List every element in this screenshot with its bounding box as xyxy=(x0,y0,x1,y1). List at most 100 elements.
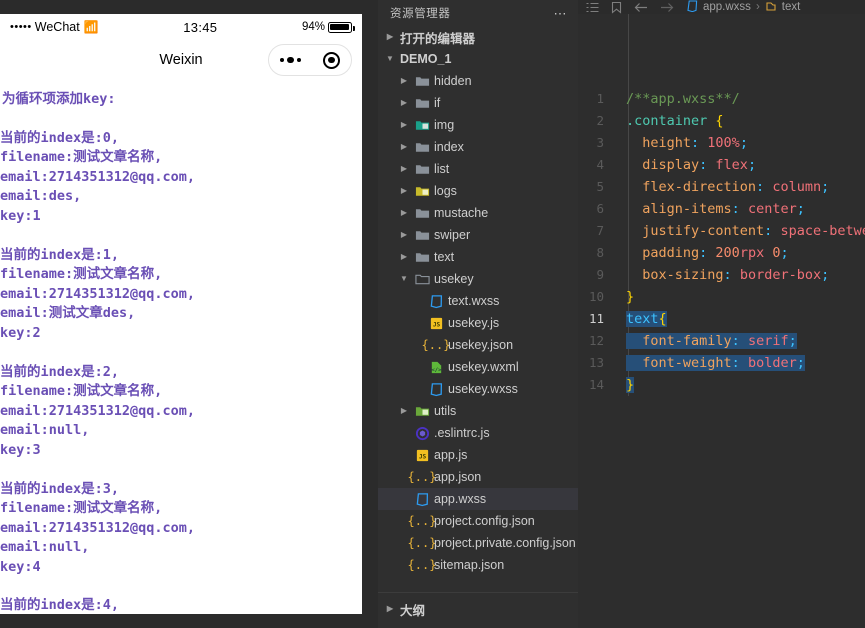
chevron-right-icon[interactable]: ▶ xyxy=(398,209,410,217)
tree-file-row[interactable]: {..} project.private.config.json xyxy=(378,532,578,554)
arrow-forward-icon[interactable] xyxy=(660,2,674,13)
ellipsis-icon[interactable]: ⋯ xyxy=(554,7,569,20)
code-text[interactable]: height: 100%; xyxy=(622,132,748,154)
tree-item-label: if xyxy=(434,96,440,110)
tree-file-row[interactable]: text.wxss xyxy=(378,290,578,312)
breadcrumb-symbol[interactable]: text xyxy=(782,1,801,13)
ide-window: ••••• WeChat 📶 13:45 94% Weixin 为循环项添加ke… xyxy=(0,0,865,628)
code-line[interactable]: 7 justify-content: space-between; xyxy=(578,220,865,242)
code-line[interactable]: 11 ⱟ text{ xyxy=(578,308,865,330)
code-text[interactable]: align-items: center; xyxy=(622,198,805,220)
tree-indent-spacer xyxy=(412,319,424,327)
tree-folder-row[interactable]: ▶ img xyxy=(378,114,578,136)
code-text[interactable]: } xyxy=(622,286,634,308)
code-text[interactable]: box-sizing: border-box; xyxy=(622,264,829,286)
tree-folder-row[interactable]: ▶ index xyxy=(378,136,578,158)
folder-icon xyxy=(414,227,430,243)
folder-icon xyxy=(414,205,430,221)
code-text[interactable]: font-family: serif; xyxy=(622,330,797,352)
code-line[interactable]: 5 flex-direction: column; xyxy=(578,176,865,198)
code-line[interactable]: 12 font-family: serif; xyxy=(578,330,865,352)
breadcrumb-file[interactable]: app.wxss xyxy=(703,1,751,13)
tree-file-row[interactable]: .eslintrc.js xyxy=(378,422,578,444)
outline-row[interactable]: ▶ 大纲 xyxy=(378,598,578,620)
tree-indent-spacer xyxy=(398,429,410,437)
code-text[interactable]: } xyxy=(622,374,634,396)
chevron-right-icon[interactable]: ▶ xyxy=(398,407,410,415)
tree-file-row[interactable]: </> usekey.wxml xyxy=(378,356,578,378)
tree-folder-row[interactable]: ▶ swiper xyxy=(378,224,578,246)
tree-file-row[interactable]: {..} project.config.json xyxy=(378,510,578,532)
tree-file-row[interactable]: usekey.wxss xyxy=(378,378,578,400)
tree-folder-row[interactable]: ▶ list xyxy=(378,158,578,180)
chevron-right-icon[interactable]: ▶ xyxy=(398,121,410,129)
code-text[interactable]: font-weight: bolder; xyxy=(622,352,805,374)
tree-file-row[interactable]: JS usekey.js xyxy=(378,312,578,334)
code-text[interactable]: /**app.wxss**/ xyxy=(622,88,740,110)
breadcrumb[interactable]: app.wxss › text xyxy=(686,0,800,14)
chevron-right-icon[interactable]: ▶ xyxy=(398,99,410,107)
tree-folder-row[interactable]: ▶ text xyxy=(378,246,578,268)
chevron-right-icon[interactable]: ▶ xyxy=(398,231,410,239)
tree-folder-row[interactable]: ▶ hidden xyxy=(378,70,578,92)
code-text[interactable]: .container { xyxy=(622,110,724,132)
code-line[interactable]: 4 display: flex; xyxy=(578,154,865,176)
code-line[interactable]: 1 /**app.wxss**/ xyxy=(578,88,865,110)
line-number: 1 xyxy=(578,88,608,110)
code-line[interactable]: 8 padding: 200rpx 0; xyxy=(578,242,865,264)
tree-file-row[interactable]: {..} sitemap.json xyxy=(378,554,578,576)
code-text[interactable]: flex-direction: column; xyxy=(622,176,829,198)
tree-folder-row[interactable]: ▶ mustache xyxy=(378,202,578,224)
code-line[interactable]: 6 align-items: center; xyxy=(578,198,865,220)
tree-folder-row[interactable]: ▶ utils xyxy=(378,400,578,422)
code-content[interactable]: 1 /**app.wxss**/2 ⱟ .container {3 height: 1… xyxy=(578,14,865,396)
chevron-right-icon[interactable]: ▶ xyxy=(398,143,410,151)
arrow-back-icon[interactable] xyxy=(634,2,648,13)
wechat-capsule[interactable] xyxy=(268,44,352,76)
list-menu-icon[interactable] xyxy=(586,2,599,13)
wxss-icon xyxy=(414,491,430,507)
code-token: text xyxy=(626,311,659,327)
code-line[interactable]: 3 height: 100%; xyxy=(578,132,865,154)
open-editors-section[interactable]: ▶ 打开的编辑器 xyxy=(378,26,578,48)
loop-item-line: email:测试文章des, xyxy=(0,304,362,324)
tree-file-row[interactable]: {..} app.json xyxy=(378,466,578,488)
project-root-row[interactable]: ▼ DEMO_1 xyxy=(378,48,578,70)
folder-logs-icon xyxy=(414,183,430,199)
chevron-right-icon[interactable]: ▶ xyxy=(398,253,410,261)
code-text[interactable]: justify-content: space-between; xyxy=(622,220,865,242)
tree-indent-spacer xyxy=(398,495,410,503)
target-circle-icon[interactable] xyxy=(323,52,340,69)
chevron-right-icon[interactable]: ▶ xyxy=(384,33,396,41)
code-text[interactable]: text{ xyxy=(622,308,667,330)
chevron-right-icon[interactable]: ▶ xyxy=(398,165,410,173)
code-line[interactable]: 14} xyxy=(578,374,865,396)
tree-item-label: img xyxy=(434,118,454,132)
tree-file-row[interactable]: JS app.js xyxy=(378,444,578,466)
chevron-right-icon[interactable]: ▶ xyxy=(384,605,396,613)
tree-item-label: usekey xyxy=(434,272,474,286)
json-icon: {..} xyxy=(414,469,430,485)
tree-folder-row[interactable]: ▶ logs xyxy=(378,180,578,202)
code-line[interactable]: 9 box-sizing: border-box; xyxy=(578,264,865,286)
code-text[interactable]: display: flex; xyxy=(622,154,756,176)
more-dots-icon[interactable] xyxy=(280,57,302,64)
tree-file-row[interactable]: app.wxss xyxy=(378,488,578,510)
chevron-right-icon[interactable]: ▶ xyxy=(398,77,410,85)
code-line[interactable]: 10} xyxy=(578,286,865,308)
chevron-right-icon[interactable]: ▶ xyxy=(398,187,410,195)
fold-chevron-icon[interactable]: ⱟ xyxy=(608,308,622,330)
chevron-down-icon[interactable]: ▼ xyxy=(398,275,410,283)
tree-folder-row[interactable]: ▼ usekey xyxy=(378,268,578,290)
fold-chevron-icon[interactable]: ⱟ xyxy=(608,110,622,132)
loop-item-line: key:3 xyxy=(0,441,362,461)
tree-folder-row[interactable]: ▶ if xyxy=(378,92,578,114)
chevron-down-icon[interactable]: ▼ xyxy=(384,55,396,63)
tree-file-row[interactable]: {..} usekey.json xyxy=(378,334,578,356)
outline-section[interactable]: ▶ 大纲 xyxy=(378,592,578,628)
code-text[interactable]: padding: 200rpx 0; xyxy=(622,242,789,264)
bookmark-icon[interactable] xyxy=(611,1,622,14)
code-line[interactable]: 2 ⱟ .container { xyxy=(578,110,865,132)
code-line[interactable]: 13 font-weight: bolder; xyxy=(578,352,865,374)
loop-item-line: key:2 xyxy=(0,324,362,344)
